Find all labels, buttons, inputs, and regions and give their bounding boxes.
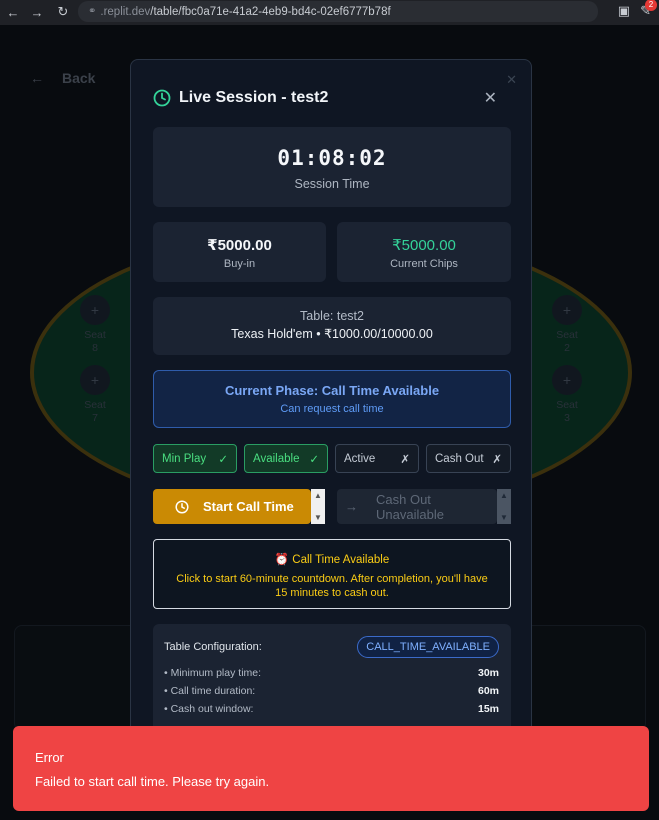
reload-icon[interactable]: ↻ [52,1,74,23]
arrow-right-icon: → [345,499,358,514]
browser-toolbar: ← → ↻ ⚭ .replit.dev /table/fbc0a71e-41a2… [0,0,659,25]
toast-title: Error [35,750,64,765]
url-domain: .replit.dev [100,5,151,18]
scroll-up-icon[interactable]: ▲ [314,491,322,500]
info-title: ⏰ Call Time Available [274,554,390,566]
buyin-card: ₹5000.00 Buy-in [153,222,326,282]
scrollbar[interactable]: ▲ ▼ [311,489,325,524]
status-chip-available: Available ✓ [244,444,328,473]
chip-label: Active [344,452,376,465]
call-time-info-card: ⏰ Call Time Available Click to start 60-… [153,539,511,609]
error-toast[interactable]: Error Failed to start call time. Please … [13,726,649,811]
start-call-time-button[interactable]: Start Call Time [153,489,311,524]
site-info-icon[interactable]: ⚭ [88,6,96,17]
scroll-up-icon[interactable]: ▲ [500,491,508,500]
x-icon: ✗ [400,453,410,466]
status-chip-min-play: Min Play ✓ [153,444,237,473]
status-chip-active: Active ✗ [335,444,419,473]
address-bar[interactable]: ⚭ .replit.dev /table/fbc0a71e-41a2-4eb9-… [78,1,598,22]
forward-arrow-icon[interactable]: → [26,1,48,23]
config-value: 30m [477,667,499,679]
notification-badge: 2 [645,0,657,11]
info-text: Click to start 60-minute countdown. Afte… [176,573,488,599]
phase-subtitle: Can request call time [280,403,384,415]
scrollbar[interactable]: ▲ ▼ [497,489,511,524]
config-value: 15m [477,703,499,715]
clock-icon [175,499,189,514]
chip-label: Cash Out [435,452,484,465]
scroll-down-icon[interactable]: ▼ [314,513,322,522]
config-title: Table Configuration: [164,641,262,653]
config-label: • Cash out window: [164,703,254,715]
status-chips: Min Play ✓ Available ✓ Active ✗ Cash Out… [153,444,511,473]
cash-out-button[interactable]: → Cash Out Unavailable [337,489,497,524]
background-close-icon: ✕ [506,72,517,87]
buyin-label: Buy-in [223,258,256,270]
cash-out-label: Cash Out Unavailable [376,491,444,522]
x-icon: ✗ [492,453,502,466]
cast-icon[interactable]: ▣ [618,3,630,19]
back-arrow-icon[interactable]: ← [2,1,24,23]
session-timer: 01:08:02 [277,146,387,170]
config-row-min-play: • Minimum play time: 30m [164,667,499,679]
table-info-card: Table: test2 Texas Hold'em • ₹1000.00/10… [153,297,511,355]
buyin-value: ₹5000.00 [207,237,272,254]
start-call-time-label: Start Call Time [203,499,294,514]
extensions-icon[interactable]: ✎ 2 [640,0,657,19]
config-value: 60m [477,685,499,697]
table-game-stakes: Texas Hold'em • ₹1000.00/10000.00 [231,327,433,341]
current-phase-card: Current Phase: Call Time Available Can r… [153,370,511,428]
toast-message: Failed to start call time. Please try ag… [35,774,270,789]
close-icon[interactable]: ✕ [484,88,497,108]
status-chip-cash-out: Cash Out ✗ [426,444,511,473]
phase-title: Current Phase: Call Time Available [224,383,440,398]
config-label: • Call time duration: [164,685,256,697]
live-session-dialog: ✕ Live Session - test2 ✕ 01:08:02 Sessio… [130,59,532,759]
config-label: • Minimum play time: [164,667,262,679]
current-chips-value: ₹5000.00 [392,237,456,254]
status-badge: CALL_TIME_AVAILABLE [357,636,499,658]
scroll-down-icon[interactable]: ▼ [500,513,508,522]
clock-icon [153,89,171,107]
dialog-title: Live Session - test2 [179,89,329,106]
session-timer-label: Session Time [294,177,370,191]
session-timer-card: 01:08:02 Session Time [153,127,511,207]
current-chips-card: ₹5000.00 Current Chips [337,222,511,282]
table-name: Table: test2 [300,309,364,323]
config-row-cash-out: • Cash out window: 15m [164,703,499,715]
current-chips-label: Current Chips [390,258,458,270]
url-path: /table/fbc0a71e-41a2-4eb9-bd4c-02ef6777b… [150,5,391,18]
chip-label: Min Play [162,452,207,465]
check-icon: ✓ [309,453,319,466]
check-icon: ✓ [218,453,228,466]
config-row-call-time: • Call time duration: 60m [164,685,499,697]
chip-label: Available [253,452,300,465]
